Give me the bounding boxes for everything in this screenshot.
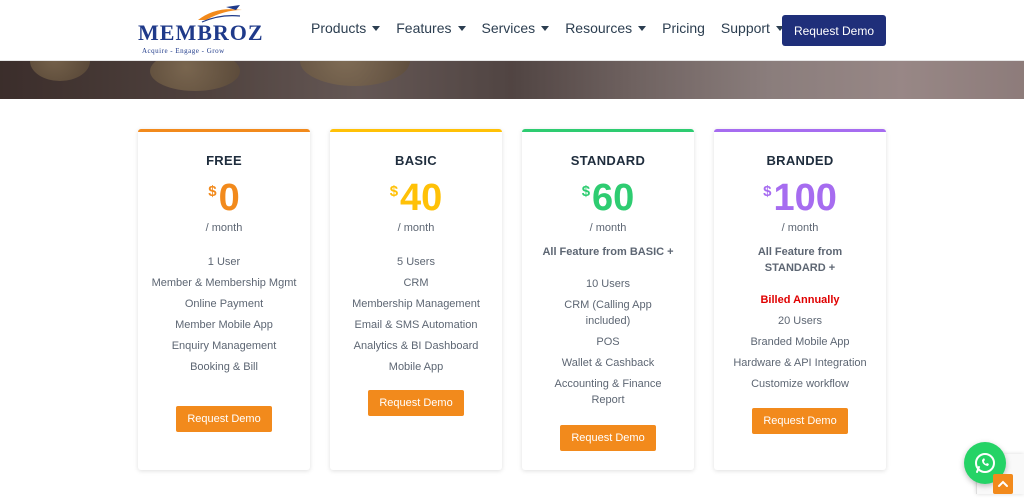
site-header: MEMBROZ Acquire - Engage - Grow Products… [0, 0, 1024, 61]
plan-name: STANDARD [570, 153, 646, 168]
nav-item-pricing[interactable]: Pricing [662, 20, 705, 36]
nav-label: Products [311, 20, 367, 36]
feature-item: Wallet & Cashback [561, 357, 655, 369]
feature-item: 1 User [207, 256, 241, 268]
currency-symbol: $ [389, 183, 399, 200]
caret-down-icon [541, 25, 550, 31]
feature-item: Online Payment [184, 298, 264, 310]
feature-item: Accounting & Finance Report [554, 378, 662, 406]
price-amount: 0 [218, 177, 240, 219]
main-nav: Products Features Services Resources Pri… [311, 20, 800, 36]
feature-item: 10 Users [585, 278, 631, 290]
plan-price: $ 40 [330, 177, 502, 219]
billing-notice: Billed Annually [760, 294, 840, 306]
whatsapp-icon [975, 453, 995, 473]
request-demo-button[interactable]: Request Demo [560, 425, 656, 451]
feature-item: Membership Management [352, 298, 480, 310]
nav-item-support[interactable]: Support [721, 20, 784, 36]
plan-price: $ 60 [522, 177, 694, 219]
feature-item: 20 Users [777, 315, 823, 327]
plan-includes-note: All Feature from STANDARD + [757, 246, 843, 274]
price-period: / month [397, 222, 435, 234]
pricing-card-free: FREE $ 0 / month 1 User Member & Members… [138, 129, 310, 470]
feature-item: Analytics & BI Dashboard [353, 340, 479, 352]
feature-item: Branded Mobile App [750, 336, 850, 348]
logo-wordmark: MEMBROZ [138, 20, 264, 45]
feature-item: Mobile App [388, 361, 444, 373]
nav-label: Support [720, 20, 770, 36]
feature-item: Hardware & API Integration [733, 357, 867, 369]
feature-list: All Feature from STANDARD + Billed Annua… [724, 244, 876, 392]
feature-list: 1 User Member & Membership Mgmt Online P… [148, 254, 300, 375]
currency-symbol: $ [581, 183, 591, 200]
nav-item-products[interactable]: Products [311, 20, 381, 36]
plan-price: $ 100 [714, 177, 886, 219]
caret-down-icon [638, 25, 647, 31]
currency-symbol: $ [763, 183, 772, 200]
feature-list: All Feature from BASIC + 10 Users CRM (C… [532, 244, 684, 408]
header-request-demo-button[interactable]: Request Demo [782, 15, 886, 46]
nav-item-resources[interactable]: Resources [565, 20, 647, 36]
price-period: / month [589, 222, 627, 234]
logo-tagline: Acquire - Engage - Grow [142, 47, 225, 55]
plan-includes-note: All Feature from BASIC + [542, 246, 674, 258]
nav-item-services[interactable]: Services [482, 20, 550, 36]
plan-name: BRANDED [766, 153, 834, 168]
card-accent-bar [522, 129, 694, 132]
nav-label: Features [396, 20, 452, 36]
nav-label: Services [481, 20, 536, 36]
card-accent-bar [330, 129, 502, 132]
nav-label: Resources [565, 20, 633, 36]
plan-name: BASIC [395, 153, 437, 168]
pricing-card-standard: STANDARD $ 60 / month All Feature from B… [522, 129, 694, 470]
price-amount: 60 [592, 177, 635, 219]
pricing-card-branded: BRANDED $ 100 / month All Feature from S… [714, 129, 886, 470]
price-period: / month [205, 222, 243, 234]
membroz-logo[interactable]: MEMBROZ Acquire - Engage - Grow [138, 2, 268, 58]
feature-item: Member & Membership Mgmt [151, 277, 297, 289]
nav-label: Pricing [662, 20, 705, 36]
feature-item: POS [596, 336, 620, 348]
pricing-card-basic: BASIC $ 40 / month 5 Users CRM Membershi… [330, 129, 502, 470]
caret-down-icon [457, 25, 466, 31]
feature-item: Enquiry Management [171, 340, 277, 352]
feature-item: Email & SMS Automation [354, 319, 478, 331]
chevron-up-icon [998, 480, 1008, 487]
feature-list: 5 Users CRM Membership Management Email … [340, 254, 492, 375]
card-accent-bar [138, 129, 310, 132]
feature-item: Customize workflow [751, 378, 849, 390]
request-demo-button[interactable]: Request Demo [368, 390, 464, 416]
banner-overlay [0, 61, 1024, 99]
currency-symbol: $ [208, 183, 217, 200]
hero-banner-image [0, 61, 1024, 99]
request-demo-button[interactable]: Request Demo [752, 408, 848, 434]
feature-item: Booking & Bill [190, 361, 258, 373]
feature-item: Member Mobile App [175, 319, 273, 331]
plan-price: $ 0 [138, 177, 310, 219]
feature-item: CRM (Calling App included) [564, 299, 652, 327]
price-amount: 100 [773, 177, 837, 219]
plan-name: FREE [206, 153, 242, 168]
feature-item: 5 Users [397, 256, 435, 268]
card-accent-bar [714, 129, 886, 132]
request-demo-button[interactable]: Request Demo [176, 406, 272, 432]
nav-item-features[interactable]: Features [396, 20, 466, 36]
scroll-to-top-button[interactable] [993, 474, 1013, 494]
feature-item: CRM [403, 277, 429, 289]
price-period: / month [781, 222, 819, 234]
caret-down-icon [372, 25, 381, 31]
price-amount: 40 [400, 177, 443, 219]
